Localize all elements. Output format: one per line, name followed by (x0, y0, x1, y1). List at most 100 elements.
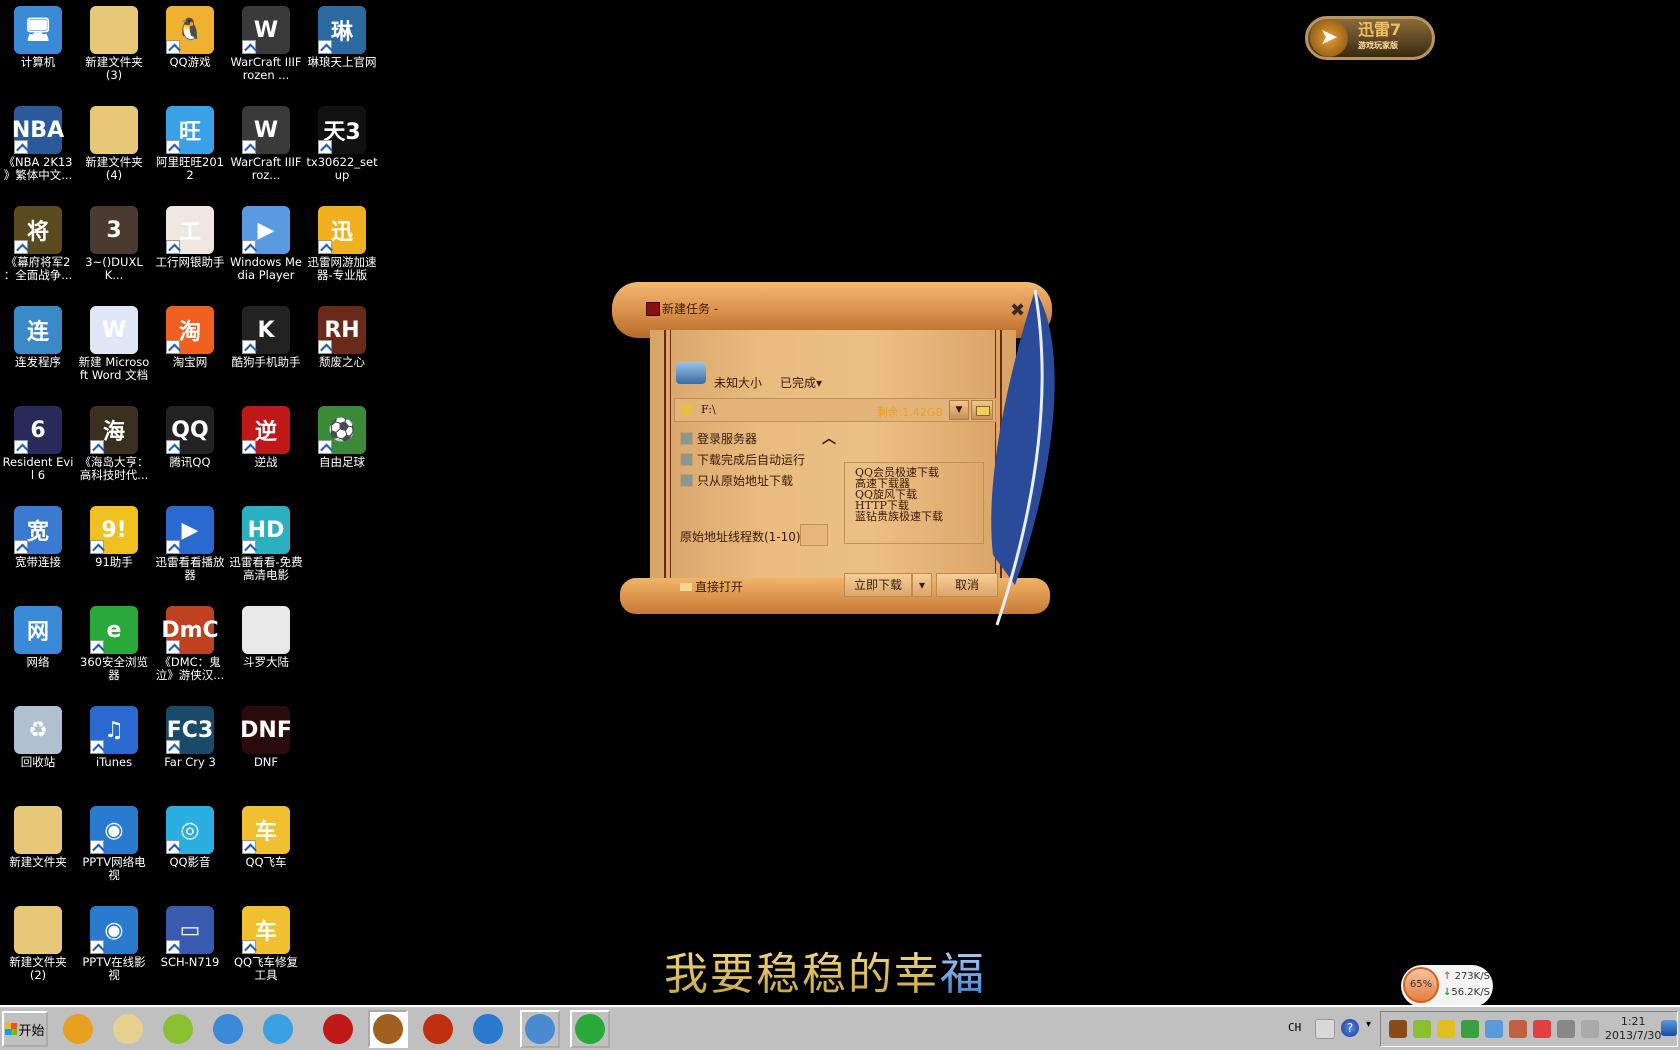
desktop-icon[interactable]: 海《海岛大亨：高科技时代... (76, 400, 152, 482)
desktop-icon[interactable]: 将《幕府将军2 ：全面战争... (0, 200, 76, 282)
start-button[interactable]: 开始 (2, 1011, 48, 1047)
threads-input[interactable] (800, 524, 828, 546)
desktop-icon[interactable]: W 新建 Microsoft Word 文档 (76, 300, 152, 382)
desktop-icon[interactable]: 新建文件夹 (0, 800, 76, 869)
taskbar-app-file-explorer[interactable] (108, 1010, 148, 1048)
desktop-icon[interactable]: ♻ 回收站 (0, 700, 76, 769)
desktop-icon[interactable]: 网网络 (0, 600, 76, 669)
taskbar-app-xunlei[interactable] (368, 1010, 408, 1048)
taskbar-app-xunlei-kankan[interactable] (208, 1010, 248, 1048)
desktop-icon-label: QQ游戏 (169, 55, 211, 69)
users-icon[interactable] (1509, 1020, 1527, 1038)
download-options-dropdown[interactable]: ▾ (912, 573, 932, 597)
desktop-icon[interactable]: NBA 《NBA 2K13 》繁体中文... (0, 100, 76, 182)
login-server-checkbox[interactable]: 登录服务器 (680, 430, 757, 447)
desktop-icon[interactable]: 3 3~()DUXLK... (76, 200, 152, 282)
desktop-icon[interactable]: DmC 《DMC：鬼泣》游侠汉... (152, 600, 228, 682)
status-dropdown[interactable]: 已完成▾ (780, 374, 822, 391)
taskbar-app-ie-360[interactable] (570, 1010, 610, 1048)
collapse-options-button[interactable]: ︿ (822, 428, 836, 448)
desktop-icon[interactable]: 6 Resident Evil 6 (0, 400, 76, 482)
desktop-icon[interactable]: 9! 91助手 (76, 500, 152, 569)
desktop-icon[interactable]: DNF DNF (228, 700, 304, 769)
desktop-icon-label: QQ影音 (169, 855, 211, 869)
music-icon[interactable] (1413, 1020, 1431, 1038)
taskbar-app-uploader[interactable] (258, 1010, 298, 1048)
taskbar-app-pptv[interactable] (468, 1010, 508, 1048)
app-icon: 🖥 (14, 6, 62, 54)
desktop-icon-label: 宽带连接 (15, 555, 61, 569)
desktop-icon[interactable]: 新建文件夹 (4) (76, 100, 152, 182)
origin-only-checkbox[interactable]: 只从原始地址下载 (680, 472, 793, 489)
volume-icon[interactable] (1581, 1020, 1599, 1038)
desktop-icon[interactable]: HD 迅雷看看-免费高清电影 (228, 500, 304, 582)
desktop-icon[interactable]: 新建文件夹 (3) (76, 0, 152, 82)
path-history-dropdown[interactable]: ▼ (949, 400, 969, 420)
desktop-icon[interactable]: 工工行网银助手 (152, 200, 228, 269)
desktop-icon[interactable]: ▭ SCH-N719 (152, 900, 228, 969)
desktop-icon[interactable]: W WarCraft IIIFrozen ... (228, 0, 304, 82)
bird-icon[interactable] (1389, 1020, 1407, 1038)
desktop-icon[interactable]: 迅迅雷网游加速器-专业版 (304, 200, 380, 282)
desktop-icon[interactable]: 连连发程序 (0, 300, 76, 369)
taskbar-app-dnf[interactable] (418, 1010, 458, 1048)
xunlei-kankan-icon (213, 1014, 243, 1044)
desktop-icon[interactable]: 旺阿里旺旺2012 (152, 100, 228, 182)
taskbar-app-music-player[interactable] (158, 1010, 198, 1048)
desktop-icon[interactable]: ◎ QQ影音 (152, 800, 228, 869)
desktop-icon[interactable]: 新建文件夹 (2) (0, 900, 76, 982)
download-now-button[interactable]: 立即下载 (844, 573, 912, 597)
desktop-icon-label: 阿里旺旺2012 (156, 155, 224, 182)
music-player-icon (163, 1014, 193, 1044)
desktop-icon[interactable]: 车 QQ飞车 (228, 800, 304, 869)
desktop-icon[interactable]: e 360安全浏览器 (76, 600, 152, 682)
help-icon[interactable]: ? (1341, 1019, 1359, 1037)
taskbar-app-nizhan[interactable] (318, 1010, 358, 1048)
app-icon: ◎ (166, 806, 214, 854)
show-desktop-icon[interactable] (1661, 1020, 1677, 1036)
desktop-icon-label: 《幕府将军2 ：全面战争... (3, 255, 73, 282)
desktop-icon-label: 琳琅天上官网 (307, 55, 377, 69)
desktop-icon-label: 新建文件夹 (9, 855, 67, 869)
desktop-icon[interactable]: 车 QQ飞车修复工具 (228, 900, 304, 982)
shield-icon[interactable] (1461, 1020, 1479, 1038)
desktop-icon[interactable]: W WarCraft IIIFroz... (228, 100, 304, 182)
desktop-icon-label: Windows Media Player (230, 255, 302, 282)
taskbar-app-control-panel[interactable] (520, 1010, 560, 1048)
taskbar-app-360-launcher[interactable] (58, 1010, 98, 1048)
shortcut-arrow-icon (166, 740, 180, 754)
open-directly-link[interactable]: 直接打开 (680, 578, 743, 595)
network-monitor-widget[interactable]: 65% ↑ 273K/S ↓56.2K/S (1401, 965, 1493, 1007)
network-icon[interactable] (1557, 1020, 1575, 1038)
desktop-icon[interactable]: ♫ iTunes (76, 700, 152, 769)
desktop-icon[interactable]: QQ 腾讯QQ (152, 400, 228, 469)
desktop-icon[interactable]: ▶ 迅雷看看播放器 (152, 500, 228, 582)
upload-speed: ↑ 273K/S (1443, 971, 1490, 982)
desktop-icon[interactable]: 琳琳琅天上官网 (304, 0, 380, 69)
save-path-field[interactable]: F:\ 剩余:1.42GB ▼ (674, 398, 996, 422)
desktop-icon[interactable]: ◉ PPTV在线影视 (76, 900, 152, 982)
desktop-icon[interactable]: 天3 tx30622_setup (304, 100, 380, 182)
desktop-icon[interactable]: ◉ PPTV网络电视 (76, 800, 152, 882)
ime-indicator[interactable]: CH (1288, 1021, 1301, 1034)
display-icon[interactable] (1485, 1020, 1503, 1038)
desktop-icon[interactable]: 宽宽带连接 (0, 500, 76, 569)
desktop-icon[interactable]: ⚽ 自由足球 (304, 400, 380, 469)
desktop-icon[interactable]: 淘淘宝网 (152, 300, 228, 369)
desktop-icon[interactable]: 逆逆战 (228, 400, 304, 469)
keyboard-icon[interactable] (1315, 1019, 1335, 1039)
flag-error-icon[interactable] (1533, 1020, 1551, 1038)
desktop-icon[interactable]: 斗罗大陆 (228, 600, 304, 669)
desktop-icon[interactable]: 🖥 计算机 (0, 0, 76, 69)
auto-run-checkbox[interactable]: 下载完成后自动运行 (680, 451, 805, 468)
desktop-lyric[interactable]: 我要稳稳的幸福 (664, 938, 986, 1002)
clock[interactable]: 1:21 2013/7/30 (1605, 1015, 1661, 1043)
desktop-icon[interactable]: FC3 Far Cry 3 (152, 700, 228, 769)
desktop-icon[interactable]: ▶ Windows Media Player (228, 200, 304, 282)
desktop-icon[interactable]: RH 颓废之心 (304, 300, 380, 369)
desktop-icon[interactable]: K 酷狗手机助手 (228, 300, 304, 369)
xunlei-logo-widget[interactable]: ➤ 迅雷7 游戏玩家版 (1305, 16, 1435, 60)
shortcut-arrow-icon (242, 240, 256, 254)
plus-icon[interactable] (1437, 1020, 1455, 1038)
desktop-icon[interactable]: 🐧 QQ游戏 (152, 0, 228, 69)
